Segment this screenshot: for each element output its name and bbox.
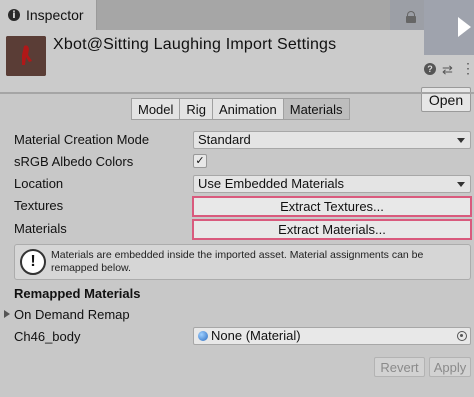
material-creation-mode-value: Standard [198,132,251,147]
material-icon [198,331,208,341]
info-text: Materials are embedded inside the import… [51,249,424,274]
apply-button[interactable]: Apply [429,357,471,377]
open-button[interactable]: Open [421,87,471,112]
inspector-tab[interactable]: i Inspector [0,0,97,30]
tab-rig[interactable]: Rig [179,98,212,120]
lock-icon [406,11,416,23]
tab-model[interactable]: Model [131,98,180,120]
header-menu-icon[interactable]: ⋮ [461,60,474,77]
asset-thumbnail [6,36,46,76]
ch46-body-material-field[interactable]: None (Material) [193,327,471,345]
srgb-albedo-checkbox[interactable]: ✓ [193,154,207,168]
extract-materials-button[interactable]: Extract Materials... [192,219,472,240]
chevron-down-icon [457,138,465,143]
tab-animation[interactable]: Animation [211,98,283,120]
location-dropdown[interactable]: Use Embedded Materials [193,175,471,193]
tab-materials[interactable]: Materials [282,98,350,120]
location-value: Use Embedded Materials [198,176,344,191]
import-tabs: Model Rig Animation Materials [131,98,350,120]
header-divider [0,92,474,94]
on-demand-remap-foldout[interactable]: On Demand Remap [14,307,130,322]
remapped-materials-title: Remapped Materials [14,286,141,301]
ch46-body-label: Ch46_body [14,329,81,344]
material-creation-mode-dropdown[interactable]: Standard [193,131,471,149]
textures-label: Textures [14,198,64,213]
preset-settings-icon[interactable]: ⇄ [442,62,453,78]
inspector-header: Xbot@Sitting Laughing Import Settings ? … [0,30,474,112]
materials-label: Materials [14,221,67,236]
srgb-albedo-label: sRGB Albedo Colors [14,154,134,169]
material-creation-mode-label: Material Creation Mode [14,132,150,147]
tab-title: Inspector [26,7,84,23]
info-helpbox: ! Materials are embedded inside the impo… [14,244,471,280]
window-tab-bar: i Inspector ⋮ [0,0,474,34]
object-picker-icon[interactable] [457,331,467,341]
info-warning-icon: ! [20,249,46,275]
material-field-value: None (Material) [211,328,301,343]
location-label: Location [14,176,64,191]
info-icon: i [8,9,20,21]
page-title: Xbot@Sitting Laughing Import Settings [53,36,337,53]
foldout-arrow-icon[interactable] [4,310,10,318]
extract-textures-button[interactable]: Extract Textures... [192,196,472,217]
revert-button[interactable]: Revert [374,357,425,377]
play-icon[interactable] [458,17,471,37]
help-icon[interactable]: ? [424,63,436,75]
chevron-down-icon [457,182,465,187]
